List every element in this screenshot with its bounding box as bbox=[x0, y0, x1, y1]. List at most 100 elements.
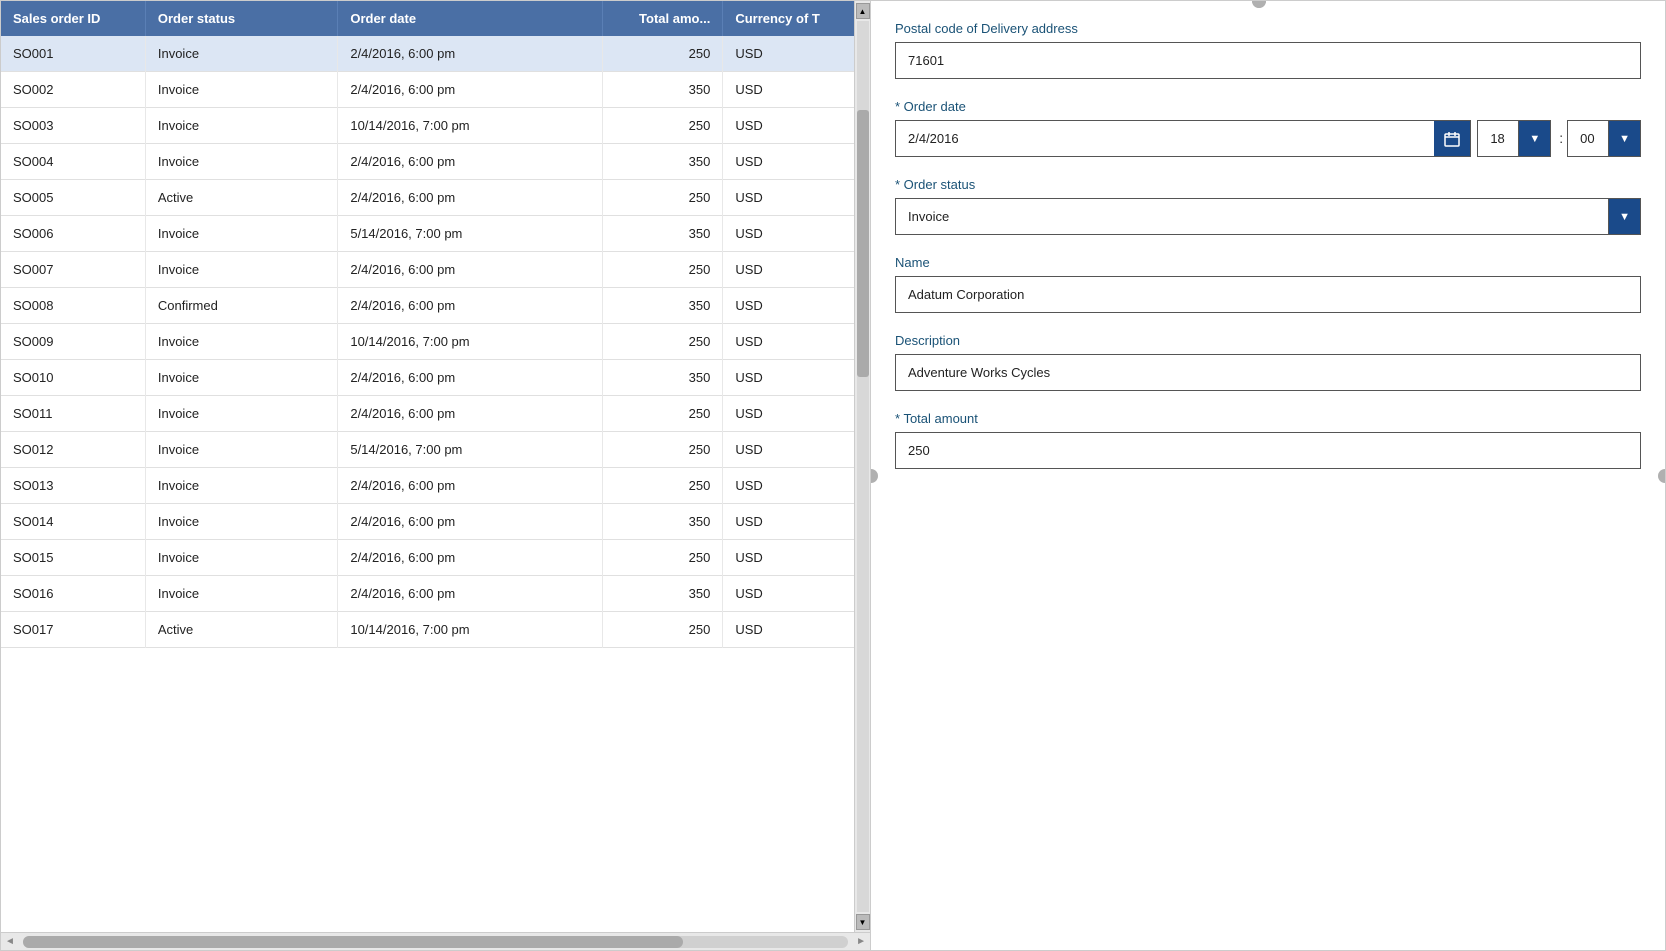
cell-status: Invoice bbox=[145, 252, 337, 288]
cell-currency: USD bbox=[723, 576, 854, 612]
minute-input[interactable] bbox=[1568, 121, 1608, 156]
cell-amount: 350 bbox=[603, 504, 723, 540]
scroll-up-button[interactable]: ▲ bbox=[856, 3, 870, 19]
cell-amount: 350 bbox=[603, 216, 723, 252]
scroll-down-button[interactable]: ▼ bbox=[856, 914, 870, 930]
table-row[interactable]: SO006Invoice5/14/2016, 7:00 pm350USD bbox=[1, 216, 854, 252]
name-input[interactable] bbox=[895, 276, 1641, 313]
minute-dropdown-button[interactable]: ▼ bbox=[1608, 121, 1640, 156]
chevron-down-icon-min: ▼ bbox=[1619, 133, 1630, 145]
cell-date: 2/4/2016, 6:00 pm bbox=[338, 396, 603, 432]
resize-handle-right[interactable] bbox=[1658, 469, 1665, 483]
cell-id: SO009 bbox=[1, 324, 145, 360]
h-scroll-track[interactable] bbox=[23, 936, 848, 948]
table-row[interactable]: SO002Invoice2/4/2016, 6:00 pm350USD bbox=[1, 72, 854, 108]
cell-date: 2/4/2016, 6:00 pm bbox=[338, 360, 603, 396]
scroll-track[interactable] bbox=[857, 21, 869, 912]
hour-input[interactable] bbox=[1478, 121, 1518, 156]
name-label: Name bbox=[895, 255, 1641, 270]
cell-id: SO008 bbox=[1, 288, 145, 324]
order-date-group: Order date bbox=[895, 99, 1641, 157]
table-panel: Sales order ID Order status Order date T… bbox=[1, 1, 871, 950]
horizontal-scrollbar-area[interactable]: ◄ ► bbox=[1, 932, 870, 950]
table-row[interactable]: SO010Invoice2/4/2016, 6:00 pm350USD bbox=[1, 360, 854, 396]
cell-amount: 250 bbox=[603, 468, 723, 504]
cell-status: Invoice bbox=[145, 504, 337, 540]
table-row[interactable]: SO013Invoice2/4/2016, 6:00 pm250USD bbox=[1, 468, 854, 504]
cell-id: SO003 bbox=[1, 108, 145, 144]
cell-id: SO016 bbox=[1, 576, 145, 612]
table-row[interactable]: SO014Invoice2/4/2016, 6:00 pm350USD bbox=[1, 504, 854, 540]
name-group: Name bbox=[895, 255, 1641, 313]
cell-id: SO005 bbox=[1, 180, 145, 216]
table-row[interactable]: SO001Invoice2/4/2016, 6:00 pm250USD bbox=[1, 36, 854, 72]
table-row[interactable]: SO009Invoice10/14/2016, 7:00 pm250USD bbox=[1, 324, 854, 360]
cell-currency: USD bbox=[723, 108, 854, 144]
scroll-thumb[interactable] bbox=[857, 110, 869, 377]
cell-amount: 250 bbox=[603, 324, 723, 360]
table-row[interactable]: SO003Invoice10/14/2016, 7:00 pm250USD bbox=[1, 108, 854, 144]
cell-date: 2/4/2016, 6:00 pm bbox=[338, 468, 603, 504]
cell-amount: 250 bbox=[603, 540, 723, 576]
calendar-button[interactable] bbox=[1434, 121, 1470, 156]
cell-amount: 250 bbox=[603, 36, 723, 72]
chevron-down-icon-status: ▼ bbox=[1619, 211, 1630, 223]
table-wrapper: Sales order ID Order status Order date T… bbox=[1, 1, 870, 932]
table-row[interactable]: SO016Invoice2/4/2016, 6:00 pm350USD bbox=[1, 576, 854, 612]
vertical-scrollbar[interactable]: ▲ ▼ bbox=[854, 1, 870, 932]
table-row[interactable]: SO011Invoice2/4/2016, 6:00 pm250USD bbox=[1, 396, 854, 432]
postal-code-input[interactable] bbox=[895, 42, 1641, 79]
cell-currency: USD bbox=[723, 540, 854, 576]
order-status-dropdown-button[interactable]: ▼ bbox=[1608, 199, 1640, 234]
col-header-amount: Total amo... bbox=[603, 1, 723, 36]
h-scroll-thumb[interactable] bbox=[23, 936, 683, 948]
cell-amount: 350 bbox=[603, 72, 723, 108]
cell-currency: USD bbox=[723, 288, 854, 324]
cell-status: Active bbox=[145, 180, 337, 216]
cell-status: Invoice bbox=[145, 216, 337, 252]
order-date-input[interactable] bbox=[896, 121, 1434, 156]
description-input[interactable] bbox=[895, 354, 1641, 391]
total-amount-group: Total amount bbox=[895, 411, 1641, 469]
resize-handle-left[interactable] bbox=[871, 469, 878, 483]
time-separator: : bbox=[1555, 120, 1567, 157]
cell-currency: USD bbox=[723, 252, 854, 288]
cell-date: 2/4/2016, 6:00 pm bbox=[338, 144, 603, 180]
cell-date: 10/14/2016, 7:00 pm bbox=[338, 612, 603, 648]
status-select-wrap: Invoice ▼ bbox=[895, 198, 1641, 235]
cell-status: Invoice bbox=[145, 72, 337, 108]
total-amount-input[interactable] bbox=[895, 432, 1641, 469]
table-row[interactable]: SO012Invoice5/14/2016, 7:00 pm250USD bbox=[1, 432, 854, 468]
resize-handle-top-right[interactable] bbox=[1252, 1, 1266, 8]
cell-currency: USD bbox=[723, 144, 854, 180]
cell-id: SO017 bbox=[1, 612, 145, 648]
postal-code-group: Postal code of Delivery address bbox=[895, 21, 1641, 79]
cell-currency: USD bbox=[723, 432, 854, 468]
cell-status: Active bbox=[145, 612, 337, 648]
table-row[interactable]: SO004Invoice2/4/2016, 6:00 pm350USD bbox=[1, 144, 854, 180]
cell-status: Invoice bbox=[145, 396, 337, 432]
cell-id: SO014 bbox=[1, 504, 145, 540]
cell-status: Invoice bbox=[145, 468, 337, 504]
table-row[interactable]: SO008Confirmed2/4/2016, 6:00 pm350USD bbox=[1, 288, 854, 324]
hour-dropdown-button[interactable]: ▼ bbox=[1518, 121, 1550, 156]
table-row[interactable]: SO007Invoice2/4/2016, 6:00 pm250USD bbox=[1, 252, 854, 288]
description-group: Description bbox=[895, 333, 1641, 391]
cell-currency: USD bbox=[723, 36, 854, 72]
cell-status: Invoice bbox=[145, 576, 337, 612]
main-container: Sales order ID Order status Order date T… bbox=[0, 0, 1666, 951]
cell-id: SO012 bbox=[1, 432, 145, 468]
cell-currency: USD bbox=[723, 612, 854, 648]
cell-amount: 250 bbox=[603, 396, 723, 432]
date-row: ▼ : ▼ bbox=[895, 120, 1641, 157]
cell-date: 2/4/2016, 6:00 pm bbox=[338, 72, 603, 108]
cell-id: SO002 bbox=[1, 72, 145, 108]
order-status-label: Order status bbox=[895, 177, 1641, 192]
table-row[interactable]: SO017Active10/14/2016, 7:00 pm250USD bbox=[1, 612, 854, 648]
time-part: ▼ : ▼ bbox=[1477, 120, 1641, 157]
table-row[interactable]: SO015Invoice2/4/2016, 6:00 pm250USD bbox=[1, 540, 854, 576]
table-row[interactable]: SO005Active2/4/2016, 6:00 pm250USD bbox=[1, 180, 854, 216]
cell-date: 5/14/2016, 7:00 pm bbox=[338, 216, 603, 252]
cell-amount: 350 bbox=[603, 144, 723, 180]
cell-date: 2/4/2016, 6:00 pm bbox=[338, 540, 603, 576]
